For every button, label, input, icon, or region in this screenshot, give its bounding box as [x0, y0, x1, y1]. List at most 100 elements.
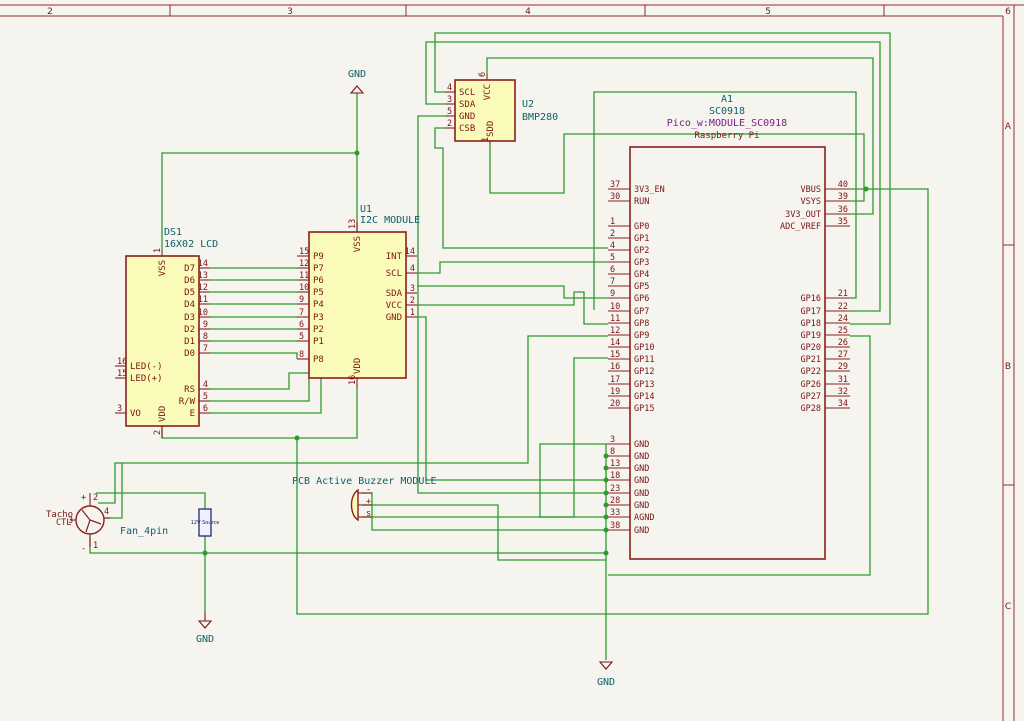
pin-number: 5: [610, 253, 615, 263]
gnd-arrow-icon: [598, 661, 614, 670]
wire: [417, 291, 608, 325]
junction-dot: [603, 490, 609, 496]
fan-value: Fan_4pin: [120, 526, 168, 537]
pin-number: 11: [610, 314, 620, 324]
pin-name: D0: [184, 349, 195, 359]
gnd-symbol-fan[interactable]: GND: [196, 612, 214, 645]
power-source-component[interactable]: 12V Source: [191, 508, 220, 537]
pin-number: 12: [610, 326, 620, 336]
pin-name: VBUS: [801, 185, 821, 195]
schematic-canvas: 2 3 4 5 6 A B C GND GND GND DS1 16X02 LC…: [0, 4, 1024, 721]
pin-number: 20: [610, 399, 620, 409]
pin-name: AGND: [634, 513, 654, 523]
pin-name: RS: [184, 385, 195, 395]
pin-number: 12: [299, 259, 309, 269]
schematic-sheet: 2 3 4 5 6 A B C GND GND GND DS1 16X02 LC…: [0, 0, 1024, 721]
pin-name: 3V3_EN: [634, 185, 665, 195]
pin-name: GP26: [801, 380, 821, 390]
pin-number: 30: [610, 192, 620, 202]
fan-pin-plus: +: [81, 493, 86, 503]
pin-number: 31: [838, 375, 848, 385]
pin-number: 33: [610, 508, 620, 518]
pin-number: 37: [610, 180, 620, 190]
fan-component[interactable]: 2 4 1 3 + - Tacho CTL Fan_4pin: [46, 493, 168, 554]
fan-pin-num: 2: [93, 493, 98, 503]
pin-number: 17: [610, 375, 620, 385]
pin-name: GND: [634, 476, 649, 486]
pin-name: GND: [634, 452, 649, 462]
pin-number: 16: [610, 362, 620, 372]
pin-name: VO: [130, 409, 141, 419]
fan-ctrl: CTL: [56, 518, 71, 528]
pin-number: 2: [410, 296, 415, 306]
pin-name: P3: [313, 313, 324, 323]
pin-name: GND: [634, 501, 649, 511]
pin-number: 4: [447, 83, 452, 93]
pin-name: P7: [313, 264, 324, 274]
pin-number: 7: [299, 308, 304, 318]
pin-number: 6: [478, 72, 488, 77]
pin-number: 11: [299, 271, 309, 281]
pin-number: 32: [838, 387, 848, 397]
pin-number: 9: [203, 320, 208, 330]
buzzer-value: PCB Active Buzzer MODULE: [292, 476, 437, 487]
col-label: 4: [525, 7, 531, 17]
gnd-label: GND: [196, 634, 214, 645]
junction-dot: [863, 186, 869, 192]
pin-name: D5: [184, 288, 195, 298]
pin-name: R/W: [179, 397, 196, 407]
pin-name: VSS: [158, 260, 168, 276]
pin-name: P2: [313, 325, 324, 335]
pin-name: SDD: [486, 121, 496, 137]
gnd-symbol-bottom[interactable]: GND: [597, 661, 615, 688]
pin-number: 16: [117, 357, 127, 367]
pico-component[interactable]: A1 SC0918 Pico_w:MODULE_SC0918 Raspberry…: [629, 94, 826, 560]
pin-number: 9: [610, 289, 615, 299]
pin-name: GP0: [634, 222, 649, 232]
gnd-arrow-icon: [197, 620, 213, 629]
col-label: 3: [287, 7, 293, 17]
pin-name: GP17: [801, 307, 821, 317]
pin-name: GP4: [634, 270, 649, 280]
pin-number: 35: [838, 217, 848, 227]
junction-dot: [294, 435, 300, 441]
pin-number: 28: [610, 496, 620, 506]
wire: [89, 537, 606, 554]
buzzer-component[interactable]: - + s PCB Active Buzzer MODULE: [292, 476, 437, 522]
pin-name: P6: [313, 276, 324, 286]
pin-number: 1: [153, 248, 163, 253]
pin-name: GP10: [634, 343, 654, 353]
junction-dot: [354, 150, 360, 156]
fan-pin-minus: -: [81, 544, 86, 554]
pin-name: VSYS: [801, 197, 821, 207]
pin-number: 38: [610, 521, 620, 531]
pin-name: LED(-): [130, 362, 163, 372]
junction-dot: [603, 477, 609, 483]
pin-number: 12: [198, 283, 208, 293]
pin-name: 3V3_OUT: [785, 210, 821, 220]
pin-number: 10: [610, 302, 620, 312]
pin-name: GP9: [634, 331, 649, 341]
pin-number: 2: [447, 119, 452, 129]
pin-name: GP14: [634, 392, 654, 402]
wire: [210, 372, 309, 390]
pin-number: 40: [838, 180, 848, 190]
pin-number: 5: [447, 107, 452, 117]
i2c-ref: U1: [360, 204, 372, 215]
gnd-symbol-top[interactable]: GND: [348, 69, 366, 94]
pin-number: 3: [410, 284, 415, 294]
pin-name: VDD: [158, 406, 168, 422]
pin-name: GP18: [801, 319, 821, 329]
row-label: C: [1005, 602, 1011, 612]
fan-blades-icon: [81, 509, 102, 533]
pin-number: 6: [299, 320, 304, 330]
pin-name: VDD: [353, 358, 363, 374]
pin-name: GND: [459, 112, 475, 122]
pin-name: GP6: [634, 294, 649, 304]
junction-dot: [603, 514, 609, 520]
pin-number: 1: [481, 137, 491, 142]
lcd-ref: DS1: [164, 227, 182, 238]
col-label: 5: [765, 7, 771, 17]
i2c-module-component[interactable]: U1 I2C MODULE: [308, 204, 420, 379]
bmp-ref: U2: [522, 99, 534, 110]
